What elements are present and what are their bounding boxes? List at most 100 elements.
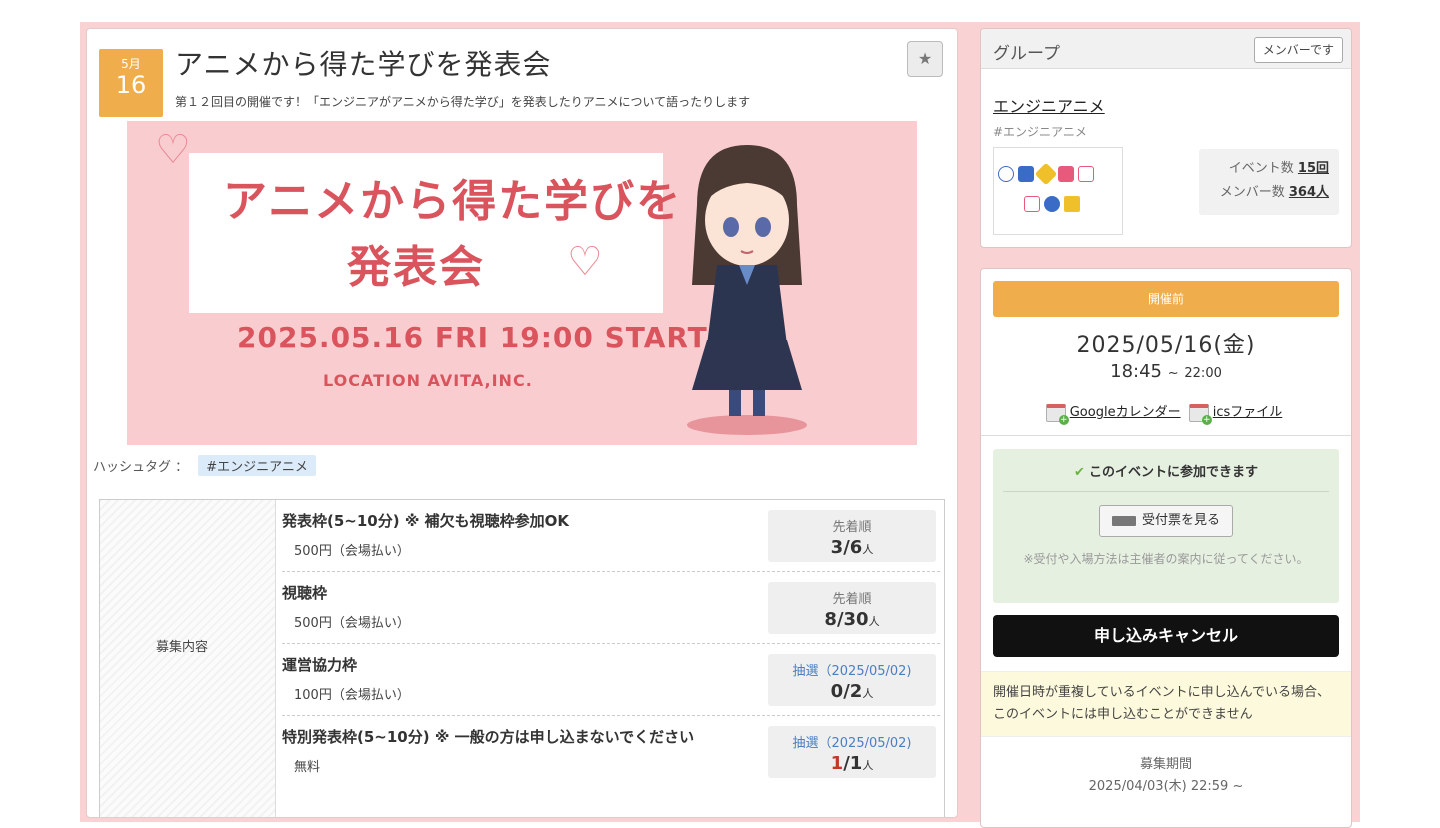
slot-name: 特別発表枠(5~10分) ※ 一般の方は申し込まないでください [282, 728, 695, 746]
slot-unit: 人 [862, 543, 874, 556]
event-subtitle: 第１２回目の開催です！「エンジニアがアニメから得た学び」を発表したりアニメについ… [175, 95, 751, 109]
event-count-link[interactable]: 15回 [1298, 161, 1329, 176]
logo-glyph-icon [1044, 196, 1060, 212]
slot-name: 発表枠(5~10分) ※ 補欠も視聴枠参加OK [282, 512, 569, 530]
logo-glyph-icon [1034, 162, 1058, 186]
event-status-card: 開催前 2025/05/16(金) 18:45 ~ 22:00 Googleカレ… [980, 268, 1352, 828]
banner-title-line1: アニメから得た学びを [223, 176, 683, 227]
event-count-row: イベント数 15回 [1209, 157, 1329, 181]
calendar-download-icon [1188, 403, 1212, 425]
event-main-card: 5月 16 アニメから得た学びを発表会 第１２回目の開催です！「エンジニアがアニ… [86, 28, 958, 818]
member-count-label: メンバー数 [1219, 185, 1285, 200]
status-badge: 開催前 [993, 281, 1339, 317]
member-count-row: メンバー数 364人 [1209, 181, 1329, 205]
group-stats: イベント数 15回 メンバー数 364人 [1199, 149, 1339, 215]
slot-capacity: /6 [843, 537, 863, 558]
slot-unit: 人 [862, 759, 874, 772]
ticket-button-label: 受付票を見る [1141, 513, 1220, 528]
star-icon: ★ [917, 49, 933, 68]
divider [1003, 491, 1329, 492]
slot-method: 先着順 [832, 592, 872, 607]
recruit-slot-row: 特別発表枠(5~10分) ※ 一般の方は申し込まないでください 無料 抽選（20… [282, 716, 940, 788]
heart-decoration-icon: ♡ [567, 239, 603, 285]
slot-capacity: /1 [843, 753, 863, 774]
logo-glyph-icon [1058, 166, 1074, 182]
event-count-label: イベント数 [1228, 161, 1294, 176]
anime-character-illustration [687, 145, 807, 435]
member-count-link[interactable]: 364人 [1289, 185, 1329, 200]
ticket-icon [1111, 515, 1136, 526]
slot-current: 1 [830, 753, 844, 774]
recruit-slot-row: 運営協力枠 100円（会場払い） 抽選（2025/05/02) 0/2人 [282, 644, 940, 716]
banner-title-line2: 発表会 [347, 242, 485, 293]
calendar-add-icon [1045, 403, 1069, 425]
date-badge-month: 5月 [121, 57, 141, 71]
banner-date-line: 2025.05.16 FRI 19:00 START [237, 321, 708, 354]
event-time: 18:45 ~ 22:00 [981, 361, 1351, 382]
group-hashtag: #エンジニアニメ [993, 125, 1087, 139]
slot-count-box: 抽選（2025/05/02) 1/1人 [768, 726, 936, 778]
slot-count: 8/30人 [768, 609, 936, 630]
ics-file-link[interactable]: icsファイル [1213, 405, 1283, 420]
slot-method: 抽選（2025/05/02) [792, 736, 912, 751]
logo-glyph-icon [1078, 166, 1094, 182]
slot-price: 500円（会場払い） [294, 544, 410, 559]
group-logo-icons-row [998, 162, 1094, 186]
slot-count: 3/6人 [768, 537, 936, 558]
divider [981, 435, 1351, 436]
recruit-period-label: 募集期間 [1139, 757, 1192, 772]
event-date: 2025/05/16(金) [1076, 333, 1256, 358]
join-ok-text: このイベントに参加できます [1088, 465, 1258, 480]
slot-price: 500円（会場払い） [294, 616, 410, 631]
slot-price: 100円（会場払い） [294, 688, 410, 703]
slot-name: 視聴枠 [282, 584, 328, 602]
end-time: 22:00 [1184, 366, 1222, 381]
slot-count: 1/1人 [768, 753, 936, 774]
logo-glyph-icon [1024, 196, 1040, 212]
cancel-registration-button[interactable]: 申し込みキャンセル [993, 615, 1339, 657]
slot-current: 0 [830, 681, 844, 702]
start-time: 18:45 [1110, 361, 1163, 382]
page-background: 5月 16 アニメから得た学びを発表会 第１２回目の開催です！「エンジニアがアニ… [80, 22, 1360, 828]
slot-capacity: /2 [843, 681, 863, 702]
group-card: グループ メンバーです エンジニアニメ #エンジニアニメ イベント数 15回 メ… [980, 28, 1352, 248]
join-status-box: ✔ このイベントに参加できます 受付票を見る ※受付や入場方法は主催者の案内に従っ… [993, 449, 1339, 603]
bookmark-star-button[interactable]: ★ [907, 41, 943, 77]
overlap-warning: 開催日時が重複しているイベントに申し込んでいる場合、このイベントには申し込むこと… [981, 671, 1351, 737]
logo-glyph-icon [1064, 196, 1080, 212]
slot-capacity: /30 [836, 609, 869, 630]
logo-glyph-icon [998, 166, 1014, 182]
recruit-table: 募集内容 発表枠(5~10分) ※ 補欠も視聴枠参加OK 500円（会場払い） … [99, 499, 945, 817]
google-calendar-link[interactable]: Googleカレンダー [1070, 405, 1181, 420]
recruit-period-value: 2025/04/03(木) 22:59 ~ [1088, 779, 1244, 794]
slot-method: 抽選（2025/05/02) [792, 664, 912, 679]
recruit-label-cell: 募集内容 [100, 500, 276, 817]
group-logo-icons-row [1024, 196, 1080, 212]
hashtag-chip[interactable]: #エンジニアニメ [198, 455, 316, 476]
group-logo[interactable] [993, 147, 1123, 235]
group-heading: グループ [993, 44, 1060, 64]
view-ticket-button[interactable]: 受付票を見る [1099, 505, 1233, 537]
check-icon: ✔ [1074, 465, 1085, 480]
event-banner-image: ♡ アニメから得た学びを 発表会 ♡ 2025.05.16 FRI 19:00 … [127, 121, 917, 445]
hashtag-label: ハッシュタグ ： [93, 460, 189, 475]
slot-count-box: 先着順 8/30人 [768, 582, 936, 634]
slot-count-box: 先着順 3/6人 [768, 510, 936, 562]
slot-current: 8 [824, 609, 837, 630]
group-name-link[interactable]: エンジニアニメ [993, 93, 1105, 117]
group-card-header: グループ メンバーです [981, 29, 1351, 69]
slot-price: 無料 [294, 760, 321, 775]
recruit-slot-row: 発表枠(5~10分) ※ 補欠も視聴枠参加OK 500円（会場払い） 先着順 3… [282, 500, 940, 572]
banner-location-line: LOCATION AVITA,INC. [323, 371, 533, 390]
slot-method: 先着順 [832, 520, 872, 535]
logo-glyph-icon [1018, 166, 1034, 182]
join-note: ※受付や入場方法は主催者の案内に従ってください。 [1023, 552, 1309, 566]
slot-unit: 人 [868, 615, 880, 628]
slot-count-box: 抽選（2025/05/02) 0/2人 [768, 654, 936, 706]
join-ok-message: ✔ このイベントに参加できます [993, 461, 1339, 480]
date-badge-day: 16 [115, 71, 147, 99]
event-title: アニメから得た学びを発表会 [175, 48, 552, 81]
member-status-button[interactable]: メンバーです [1253, 37, 1343, 63]
heart-decoration-icon: ♡ [155, 127, 191, 173]
hashtag-row: ハッシュタグ ： #エンジニアニメ [93, 455, 316, 476]
